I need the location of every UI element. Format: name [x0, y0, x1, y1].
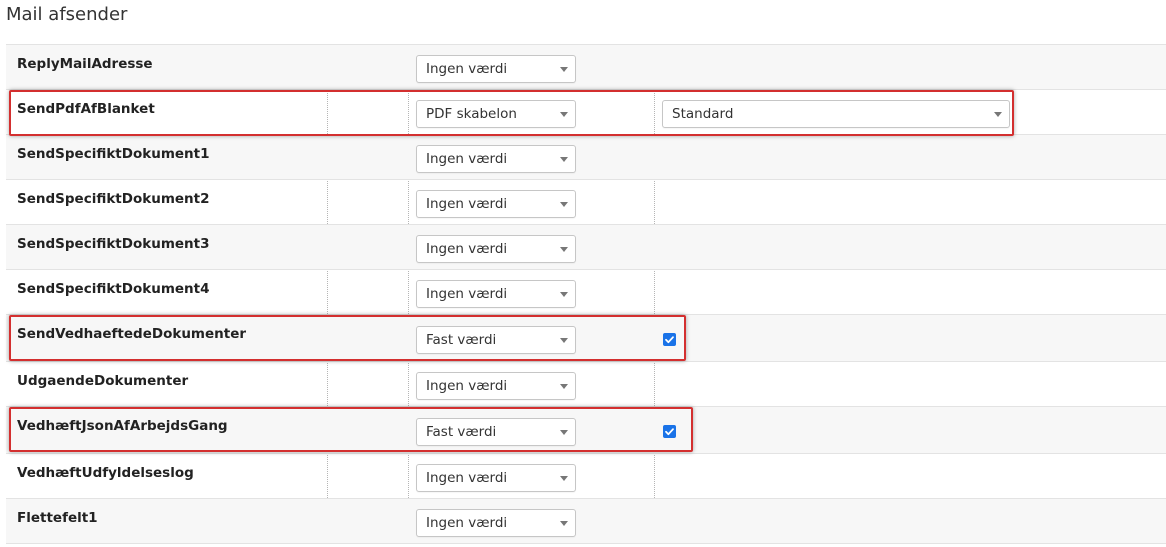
select-value: Ingen værdi: [426, 241, 508, 257]
chevron-down-icon: [560, 292, 568, 297]
chevron-down-icon: [560, 112, 568, 117]
field-label: Flettefelt1: [17, 510, 98, 526]
value-type-select[interactable]: Ingen værdi: [416, 372, 576, 400]
field-label: SendSpecifiktDokument3: [17, 236, 210, 252]
field-label: SendPdfAfBlanket: [17, 101, 155, 117]
field-label: VedhæftJsonAfArbejdsGang: [17, 418, 228, 434]
table-row: ReplyMailAdresse Ingen værdi: [6, 45, 1166, 90]
section-title: Mail afsender: [6, 4, 128, 25]
select-value: PDF skabelon: [426, 106, 517, 122]
value-type-select[interactable]: Ingen værdi: [416, 509, 576, 537]
value-type-select[interactable]: Fast værdi: [416, 326, 576, 354]
select-value: Ingen værdi: [426, 61, 508, 77]
value-type-select[interactable]: Ingen værdi: [416, 235, 576, 263]
select-value: Ingen værdi: [426, 196, 508, 212]
select-value: Ingen værdi: [426, 378, 508, 394]
table-row: SendSpecifiktDokument2 Ingen værdi: [6, 180, 1166, 225]
table-row: VedhæftJsonAfArbejdsGang Fast værdi: [6, 407, 1166, 454]
chevron-down-icon: [560, 521, 568, 526]
table-row: SendPdfAfBlanket PDF skabelon Standard: [6, 90, 1166, 135]
field-label: VedhæftUdfyldelseslog: [17, 465, 194, 481]
select-value: Fast værdi: [426, 424, 497, 440]
field-label: SendSpecifiktDokument1: [17, 146, 210, 162]
chevron-down-icon: [994, 112, 1002, 117]
value-type-select[interactable]: Fast værdi: [416, 418, 576, 446]
select-value: Fast værdi: [426, 332, 497, 348]
table-row: SendSpecifiktDokument3 Ingen værdi: [6, 225, 1166, 270]
field-label: UdgaendeDokumenter: [17, 373, 189, 389]
chevron-down-icon: [560, 247, 568, 252]
field-label: SendSpecifiktDokument2: [17, 191, 210, 207]
field-label: ReplyMailAdresse: [17, 56, 153, 72]
select-value: Ingen værdi: [426, 286, 508, 302]
value-type-select[interactable]: Ingen værdi: [416, 280, 576, 308]
value-type-select[interactable]: Ingen værdi: [416, 190, 576, 218]
chevron-down-icon: [560, 476, 568, 481]
check-icon: [665, 336, 674, 344]
select-value: Ingen værdi: [426, 151, 508, 167]
select-value: Ingen værdi: [426, 470, 508, 486]
template-select[interactable]: Standard: [662, 100, 1010, 128]
chevron-down-icon: [560, 202, 568, 207]
select-value: Ingen værdi: [426, 515, 508, 531]
field-label: SendSpecifiktDokument4: [17, 281, 210, 297]
value-type-select[interactable]: Ingen værdi: [416, 55, 576, 83]
chevron-down-icon: [560, 338, 568, 343]
select-value: Standard: [672, 106, 734, 122]
table-row: UdgaendeDokumenter Ingen værdi: [6, 362, 1166, 407]
table-row: SendVedhaeftedeDokumenter Fast værdi: [6, 315, 1166, 362]
value-checkbox[interactable]: [663, 333, 676, 346]
value-checkbox[interactable]: [663, 425, 676, 438]
chevron-down-icon: [560, 157, 568, 162]
table-row: SendSpecifiktDokument1 Ingen værdi: [6, 135, 1166, 180]
value-type-select[interactable]: PDF skabelon: [416, 100, 576, 128]
check-icon: [665, 428, 674, 436]
table-row: Flettefelt1 Ingen værdi: [6, 499, 1166, 544]
chevron-down-icon: [560, 67, 568, 72]
value-type-select[interactable]: Ingen værdi: [416, 145, 576, 173]
chevron-down-icon: [560, 384, 568, 389]
value-type-select[interactable]: Ingen værdi: [416, 464, 576, 492]
field-label: SendVedhaeftedeDokumenter: [17, 326, 247, 342]
table-row: VedhæftUdfyldelseslog Ingen værdi: [6, 454, 1166, 499]
settings-table: ReplyMailAdresse Ingen værdi SendPdfAfBlan…: [6, 44, 1166, 544]
table-row: SendSpecifiktDokument4 Ingen værdi: [6, 270, 1166, 315]
chevron-down-icon: [560, 430, 568, 435]
